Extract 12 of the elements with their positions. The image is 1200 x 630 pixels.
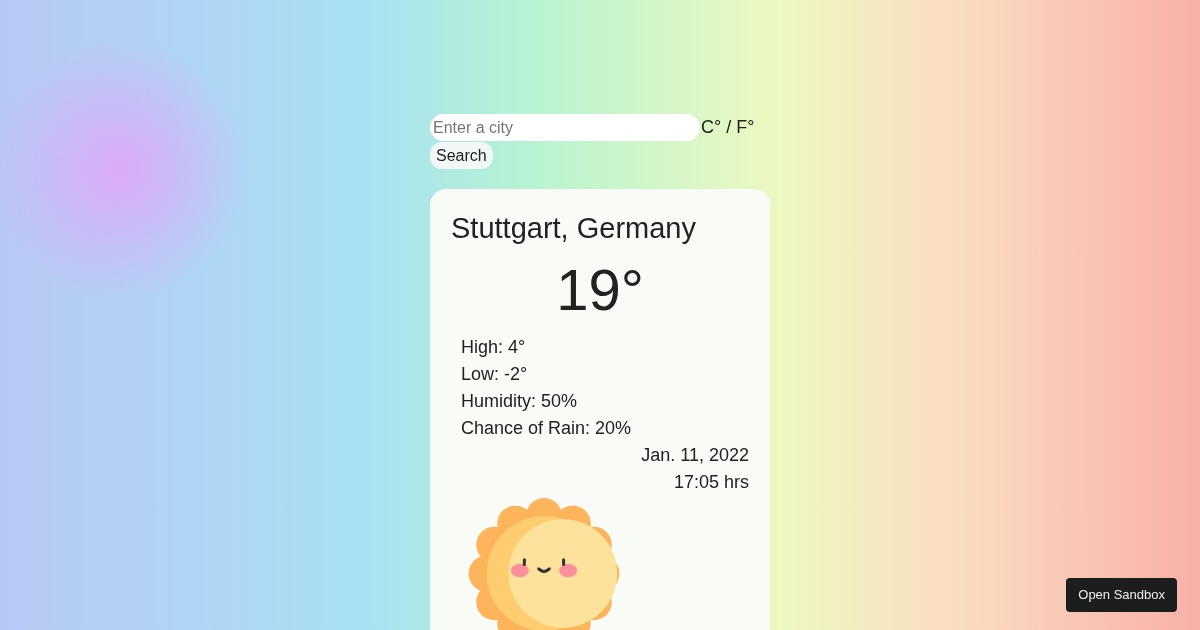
temperature: 19° (555, 255, 645, 324)
weather-detail: High: 4° (461, 336, 527, 360)
date: Jan. 11, 2022 (640, 444, 749, 468)
weather-detail: Chance of Rain: 20% (461, 417, 633, 441)
city-search-field[interactable]: Enter a city (430, 114, 700, 141)
time: 17:05 hrs (672, 471, 749, 495)
open-sandbox-button[interactable]: Open Sandbox (1066, 578, 1177, 612)
weather-detail: Humidity: 50% (461, 390, 579, 414)
weather-detail: Low: -2° (461, 363, 529, 387)
city-name: Stuttgart, Germany (451, 211, 697, 246)
search-button[interactable]: Search (430, 142, 493, 169)
unit-toggle[interactable]: C° / F° (701, 114, 755, 141)
